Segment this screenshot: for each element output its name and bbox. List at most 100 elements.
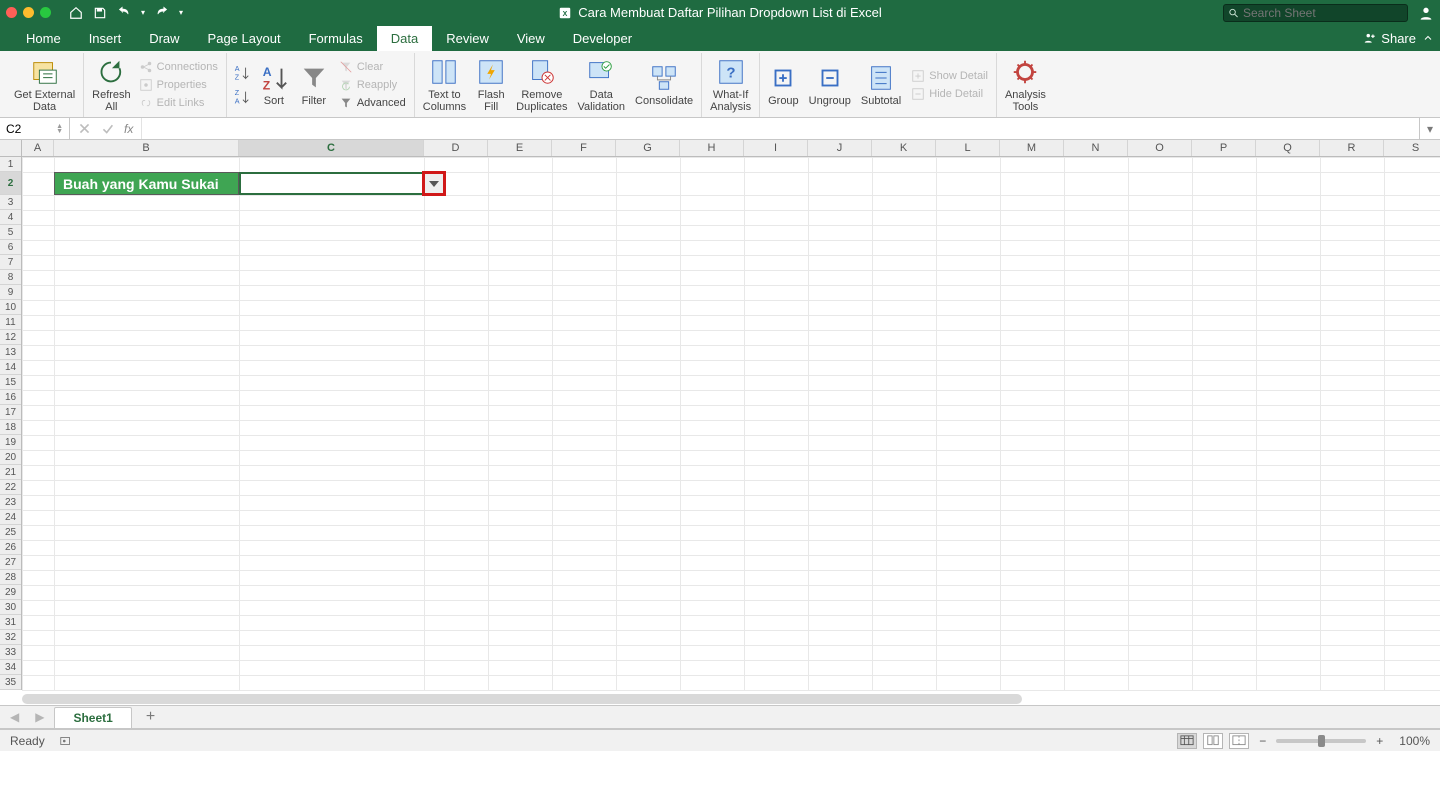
col-header-H[interactable]: H xyxy=(680,140,744,156)
minimize-window-icon[interactable] xyxy=(23,7,34,18)
column-headers[interactable]: ABCDEFGHIJKLMNOPQRS xyxy=(22,140,1440,157)
row-header-24[interactable]: 24 xyxy=(0,510,21,525)
collapse-ribbon-icon[interactable] xyxy=(1422,32,1434,44)
normal-view-button[interactable] xyxy=(1177,733,1197,749)
row-header-17[interactable]: 17 xyxy=(0,405,21,420)
row-header-9[interactable]: 9 xyxy=(0,285,21,300)
col-header-Q[interactable]: Q xyxy=(1256,140,1320,156)
col-header-B[interactable]: B xyxy=(54,140,239,156)
row-header-5[interactable]: 5 xyxy=(0,225,21,240)
tab-review[interactable]: Review xyxy=(432,26,503,51)
page-break-view-button[interactable] xyxy=(1229,733,1249,749)
undo-icon[interactable] xyxy=(117,6,131,20)
col-header-O[interactable]: O xyxy=(1128,140,1192,156)
zoom-in-button[interactable]: + xyxy=(1372,734,1387,748)
row-header-34[interactable]: 34 xyxy=(0,660,21,675)
row-header-25[interactable]: 25 xyxy=(0,525,21,540)
row-header-22[interactable]: 22 xyxy=(0,480,21,495)
share-button[interactable]: Share xyxy=(1363,31,1416,46)
search-sheet-box[interactable] xyxy=(1223,4,1408,22)
group-button[interactable]: Group xyxy=(766,61,801,109)
row-header-8[interactable]: 8 xyxy=(0,270,21,285)
row-header-23[interactable]: 23 xyxy=(0,495,21,510)
select-all-corner[interactable] xyxy=(0,140,22,157)
redo-icon[interactable] xyxy=(155,6,169,20)
row-header-28[interactable]: 28 xyxy=(0,570,21,585)
row-header-3[interactable]: 3 xyxy=(0,195,21,210)
tab-view[interactable]: View xyxy=(503,26,559,51)
row-header-32[interactable]: 32 xyxy=(0,630,21,645)
page-layout-view-button[interactable] xyxy=(1203,733,1223,749)
zoom-level[interactable]: 100% xyxy=(1399,734,1430,748)
formula-input[interactable] xyxy=(141,118,1420,139)
zoom-window-icon[interactable] xyxy=(40,7,51,18)
what-if-analysis-button[interactable]: ?What-If Analysis xyxy=(708,55,753,115)
row-header-26[interactable]: 26 xyxy=(0,540,21,555)
cell-b2[interactable]: Buah yang Kamu Sukai xyxy=(54,172,239,195)
col-header-F[interactable]: F xyxy=(552,140,616,156)
get-external-data-button[interactable]: Get External Data xyxy=(12,55,77,115)
macro-record-icon[interactable] xyxy=(59,734,73,748)
name-box[interactable]: C2 ▲▼ xyxy=(0,118,70,139)
col-header-I[interactable]: I xyxy=(744,140,808,156)
fx-label[interactable]: fx xyxy=(124,122,133,136)
row-header-13[interactable]: 13 xyxy=(0,345,21,360)
undo-dropdown-icon[interactable]: ▾ xyxy=(141,8,145,17)
horizontal-scrollbar[interactable] xyxy=(22,692,1022,705)
col-header-E[interactable]: E xyxy=(488,140,552,156)
col-header-N[interactable]: N xyxy=(1064,140,1128,156)
row-header-35[interactable]: 35 xyxy=(0,675,21,690)
row-header-33[interactable]: 33 xyxy=(0,645,21,660)
save-icon[interactable] xyxy=(93,6,107,20)
tab-formulas[interactable]: Formulas xyxy=(295,26,377,51)
remove-duplicates-button[interactable]: Remove Duplicates xyxy=(514,55,569,115)
row-header-30[interactable]: 30 xyxy=(0,600,21,615)
row-header-10[interactable]: 10 xyxy=(0,300,21,315)
data-validation-button[interactable]: Data Validation xyxy=(576,55,628,115)
cell-c2-selected[interactable] xyxy=(239,172,424,195)
sort-desc-icon[interactable]: ZA xyxy=(233,88,251,106)
tab-data[interactable]: Data xyxy=(377,26,432,51)
tab-insert[interactable]: Insert xyxy=(75,26,136,51)
sheet-nav-prev-icon[interactable]: ◀ xyxy=(4,710,25,724)
row-header-2[interactable]: 2 xyxy=(0,172,21,195)
ungroup-button[interactable]: Ungroup xyxy=(807,61,853,109)
zoom-out-button[interactable]: − xyxy=(1255,734,1270,748)
row-header-1[interactable]: 1 xyxy=(0,157,21,172)
col-header-S[interactable]: S xyxy=(1384,140,1440,156)
row-header-16[interactable]: 16 xyxy=(0,390,21,405)
sheet-tab-sheet1[interactable]: Sheet1 xyxy=(54,707,131,728)
row-header-31[interactable]: 31 xyxy=(0,615,21,630)
namebox-stepper-icon[interactable]: ▲▼ xyxy=(56,124,63,134)
dropdown-arrow-button[interactable] xyxy=(422,171,446,196)
row-header-20[interactable]: 20 xyxy=(0,450,21,465)
col-header-D[interactable]: D xyxy=(424,140,488,156)
row-header-11[interactable]: 11 xyxy=(0,315,21,330)
row-header-27[interactable]: 27 xyxy=(0,555,21,570)
row-header-14[interactable]: 14 xyxy=(0,360,21,375)
tab-draw[interactable]: Draw xyxy=(135,26,193,51)
col-header-J[interactable]: J xyxy=(808,140,872,156)
col-header-L[interactable]: L xyxy=(936,140,1000,156)
col-header-G[interactable]: G xyxy=(616,140,680,156)
customize-qa-icon[interactable]: ▾ xyxy=(179,8,183,17)
row-header-15[interactable]: 15 xyxy=(0,375,21,390)
row-header-4[interactable]: 4 xyxy=(0,210,21,225)
close-window-icon[interactable] xyxy=(6,7,17,18)
expand-formula-bar-icon[interactable]: ▾ xyxy=(1420,122,1440,136)
sort-button[interactable]: AZ Sort xyxy=(257,61,291,109)
search-input[interactable] xyxy=(1243,6,1403,20)
connections-button[interactable]: Connections xyxy=(137,59,220,75)
add-sheet-button[interactable]: + xyxy=(136,708,165,726)
flash-fill-button[interactable]: Flash Fill xyxy=(474,55,508,115)
cells-area[interactable]: Buah yang Kamu Sukai xyxy=(22,157,1440,690)
col-header-A[interactable]: A xyxy=(22,140,54,156)
tab-home[interactable]: Home xyxy=(12,26,75,51)
col-header-K[interactable]: K xyxy=(872,140,936,156)
subtotal-button[interactable]: Subtotal xyxy=(859,61,903,109)
account-icon[interactable] xyxy=(1418,5,1434,21)
advanced-filter-button[interactable]: Advanced xyxy=(337,95,408,111)
row-header-6[interactable]: 6 xyxy=(0,240,21,255)
zoom-slider[interactable] xyxy=(1276,739,1366,743)
row-header-29[interactable]: 29 xyxy=(0,585,21,600)
